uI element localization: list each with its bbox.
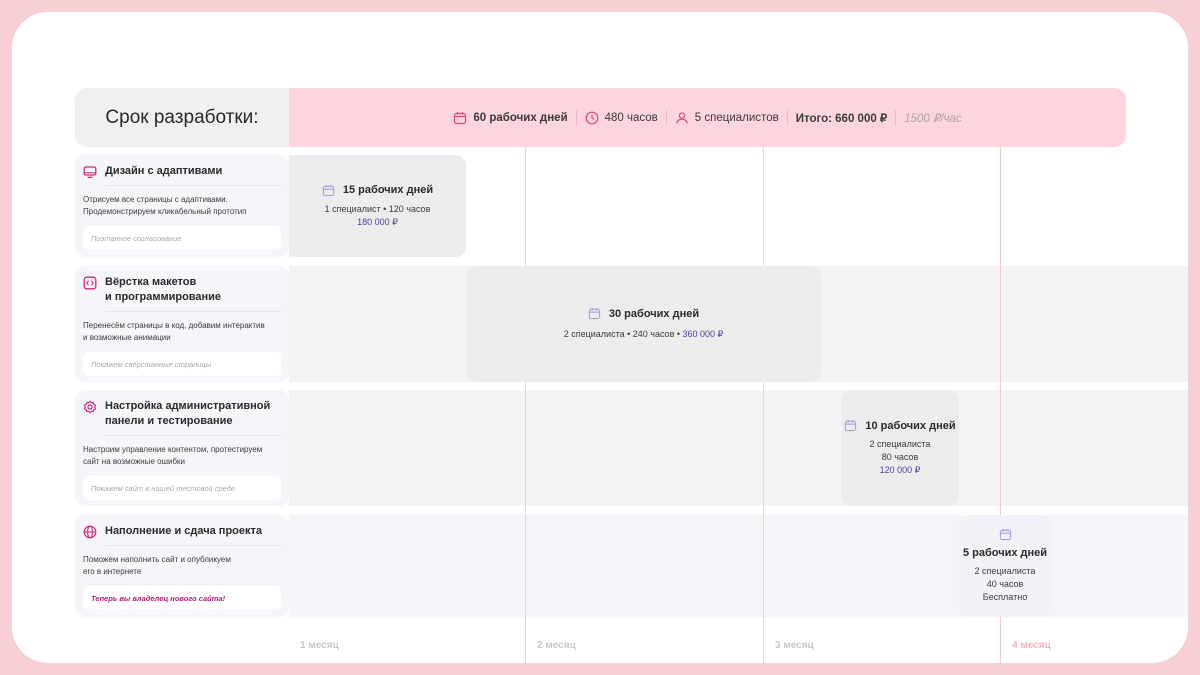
task-title: Дизайн с адаптивами	[83, 164, 281, 179]
month-label: 2 месяц	[537, 640, 576, 651]
summary-hours-text: 480 часов	[604, 111, 658, 124]
task-description-line: его в интернете	[83, 567, 142, 576]
divider	[105, 311, 281, 312]
task-title-text: Настройка административной панели и тести…	[105, 399, 270, 429]
task-title-text: Вёрстка макетов и программирование	[105, 275, 221, 305]
monitor-icon	[83, 166, 97, 178]
task-title: Вёрстка макетов и программирование	[83, 275, 281, 305]
user-icon	[676, 111, 688, 124]
calendar-icon	[588, 307, 601, 320]
gantt-block: 5 рабочих дней 2 специалиста 40 часов Бе…	[959, 515, 1051, 617]
block-price: 360 000 ₽	[682, 329, 724, 339]
task-description: Настроим управление контентом, протестир…	[83, 444, 281, 468]
divider	[105, 185, 281, 186]
calendar-icon	[845, 419, 857, 432]
block-price: 180 000 ₽	[357, 216, 398, 227]
code-icon	[83, 276, 97, 290]
block-days-text: 15 рабочих дней	[342, 184, 434, 196]
divider	[105, 435, 281, 436]
calendar-icon	[999, 528, 1011, 541]
month-gridline	[763, 147, 764, 663]
block-info: 1 специалист • 120 часов	[324, 203, 431, 214]
task-note: Покажем сайт в нашей тестовой среде	[83, 476, 281, 500]
gantt-block: 10 рабочих дней 2 специалиста 80 часов 1…	[841, 390, 959, 506]
task-description-line: Продемонстрируем кликабельный прототип	[83, 207, 247, 216]
gear-icon	[83, 400, 97, 414]
task-title-line: панели и тестирование	[105, 415, 233, 427]
timeline-card: Срок разработки: 60 рабочих дней 480 час…	[12, 12, 1188, 663]
row-band	[289, 515, 1188, 617]
summary-bar: 60 рабочих дней 480 часов 5 специалистов…	[289, 88, 1126, 147]
month-gridline	[525, 147, 526, 663]
block-info: 40 часов	[986, 579, 1024, 589]
task-note: Поэтапное согласование	[83, 226, 281, 250]
month-label: 3 месяц	[775, 640, 814, 651]
summary-hours: 480 часов	[577, 111, 666, 125]
task-design: Дизайн с адаптивами Отрисуем все страниц…	[75, 155, 289, 257]
block-days: 15 рабочих дней	[322, 184, 433, 197]
month-label: 4 месяц	[1012, 640, 1051, 651]
task-title-line: Настройка административной	[105, 400, 271, 412]
task-title: Настройка административной панели и тести…	[83, 399, 281, 429]
task-title-text: Наполнение и сдача проекта	[105, 525, 263, 537]
block-days-text: 10 рабочих дней	[865, 419, 956, 432]
clock-icon	[585, 111, 599, 124]
task-description-line: сайт на возможные ошибки	[83, 457, 186, 466]
task-title-text: Дизайн с адаптивами	[105, 165, 223, 177]
task-note: Покажем свёрстанные страницы	[83, 352, 281, 376]
summary-days: 60 рабочих дней	[445, 111, 575, 125]
block-info: 2 специалиста • 240 часов •	[563, 329, 683, 339]
gantt-block: 30 рабочих дней 2 специалиста • 240 часо…	[466, 266, 821, 382]
task-title-line: и программирование	[105, 291, 222, 303]
task-description-line: и возможные анимации	[83, 333, 171, 342]
task-admin: Настройка административной панели и тести…	[75, 390, 289, 506]
task-description: Перенесём страницы в код, добавим интера…	[83, 320, 281, 344]
calendar-icon	[454, 111, 467, 124]
task-coding: Вёрстка макетов и программирование Перене…	[75, 266, 289, 382]
block-info: 2 специалиста	[974, 566, 1036, 576]
row-band	[289, 390, 1188, 506]
task-launch: Наполнение и сдача проекта Поможем напол…	[75, 515, 289, 617]
task-description-line: Настроим управление контентом, протестир…	[83, 445, 263, 454]
summary-days-text: 60 рабочих дней	[473, 111, 568, 124]
block-info: 2 специалиста	[869, 439, 931, 449]
block-price: 120 000 ₽	[879, 465, 921, 475]
month-label: 1 месяц	[300, 640, 339, 651]
task-description-line: Отрисуем все страницы с адаптивами.	[83, 195, 228, 204]
task-title-line: Вёрстка макетов	[105, 276, 197, 288]
task-title: Наполнение и сдача проекта	[83, 524, 281, 539]
task-description: Поможем наполнить сайт и опубликуем его …	[83, 554, 281, 578]
block-days: 10 рабочих дней	[844, 419, 956, 432]
divider	[105, 545, 281, 546]
task-description: Отрисуем все страницы с адаптивами. Прод…	[83, 194, 281, 218]
summary-total: Итого: 660 000 ₽	[795, 112, 888, 125]
page-title: Срок разработки:	[75, 88, 289, 147]
block-info: 80 часов	[881, 452, 919, 462]
task-description-line: Перенесём страницы в код, добавим интера…	[83, 321, 265, 330]
block-info: Бесплатно	[982, 592, 1028, 602]
calendar-icon	[322, 184, 335, 196]
gantt-block: 15 рабочих дней 1 специалист • 120 часов…	[289, 155, 466, 257]
summary-specialists-text: 5 специалистов	[694, 111, 779, 124]
block-days-text: 30 рабочих дней	[608, 307, 700, 320]
block-days: 5 рабочих дней	[962, 547, 1048, 559]
globe-icon	[83, 525, 97, 539]
summary-specialists: 5 специалистов	[667, 111, 787, 125]
block-info-line: 2 специалиста • 240 часов • 360 000 ₽	[564, 328, 724, 341]
summary-rate: 1500 ₽/час	[904, 112, 962, 125]
task-description-line: Поможем наполнить сайт и опубликуем	[83, 555, 231, 564]
task-note: Теперь вы владелец нового сайта!	[83, 586, 281, 610]
block-days: 30 рабочих дней	[588, 307, 699, 320]
